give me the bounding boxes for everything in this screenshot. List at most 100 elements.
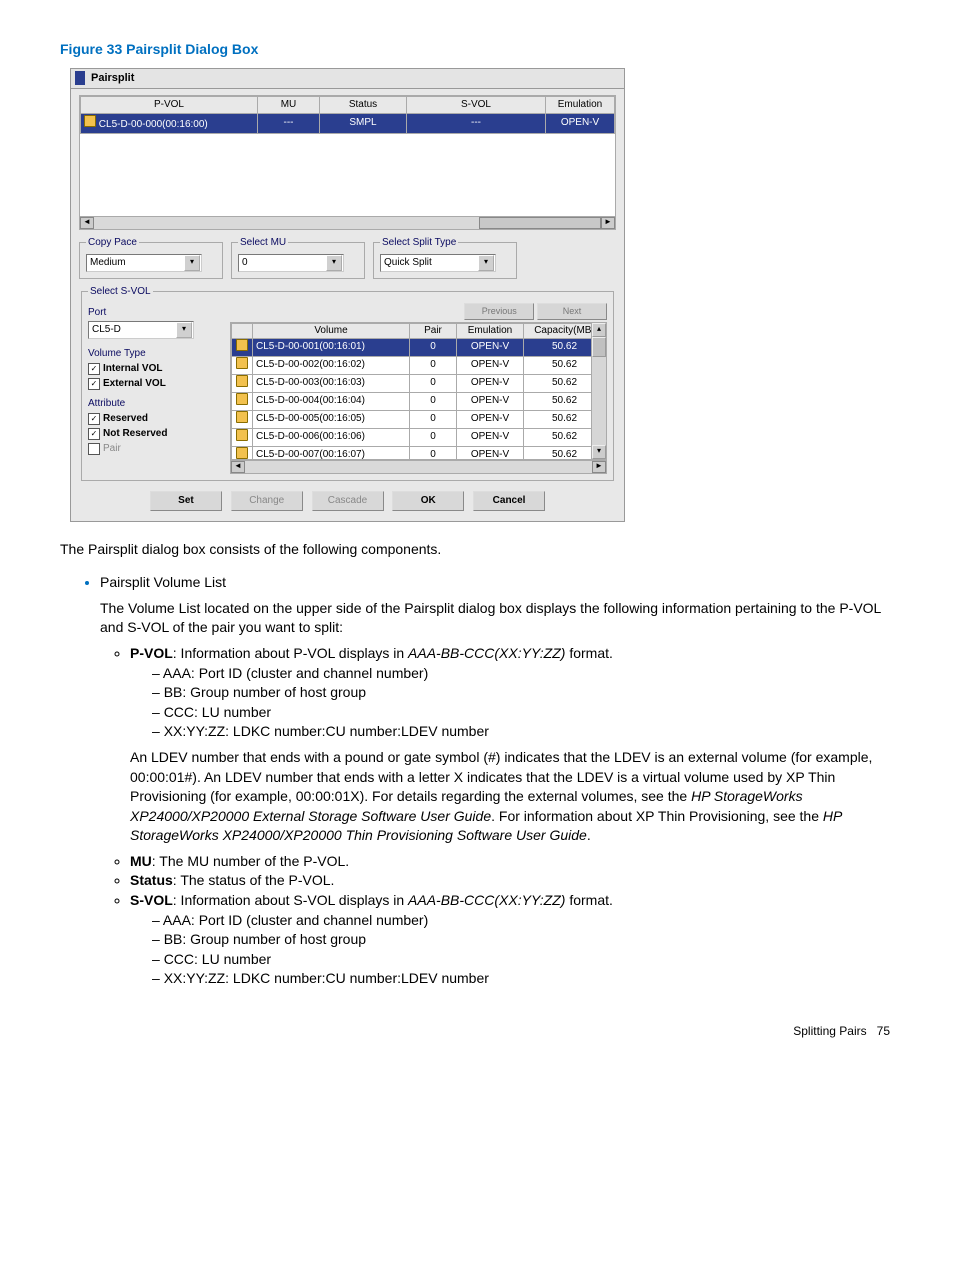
select-svol-group: Select S-VOL Port CL5-D ▾ Volume Type ✓I… (81, 285, 614, 481)
table-row[interactable]: CL5-D-00-001(00:16:01)0OPEN-V50.62 (232, 338, 606, 356)
scroll-down-icon[interactable]: ▾ (592, 445, 606, 459)
cell-pair: 0 (410, 410, 457, 428)
dash-aaa: AAA: Port ID (cluster and channel number… (152, 664, 894, 684)
chk-not-reserved[interactable]: ✓Not Reserved (88, 427, 223, 441)
ok-button[interactable]: OK (392, 491, 464, 511)
next-button[interactable]: Next (537, 303, 607, 320)
cell-pair: 0 (410, 374, 457, 392)
cell-volume: CL5-D-00-004(00:16:04) (253, 392, 410, 410)
scroll-thumb[interactable] (479, 217, 601, 229)
checkbox-icon: ✓ (88, 363, 100, 375)
pvol-bold: P-VOL (130, 645, 173, 661)
chk-external-vol[interactable]: ✓External VOL (88, 377, 223, 391)
port-value: CL5-D (92, 323, 123, 337)
window-icon (75, 71, 85, 85)
upper-pvol: CL5-D-00-000(00:16:00) (99, 119, 208, 130)
chevron-down-icon[interactable]: ▾ (478, 255, 494, 271)
select-mu-dropdown[interactable]: 0 ▾ (238, 254, 344, 272)
volume-icon (236, 429, 248, 441)
chevron-down-icon[interactable]: ▾ (176, 322, 192, 338)
split-type-group: Select Split Type Quick Split ▾ (373, 236, 517, 279)
scroll-left-icon[interactable]: ◄ (231, 461, 245, 473)
cell-emu: OPEN-V (457, 446, 524, 460)
col-emu2: Emulation (457, 323, 524, 338)
cascade-button[interactable]: Cascade (312, 491, 384, 511)
dialog-button-row: Set Change Cascade OK Cancel (79, 491, 616, 511)
copy-pace-dropdown[interactable]: Medium ▾ (86, 254, 202, 272)
scroll-thumb[interactable] (592, 337, 606, 357)
chk-reserved-label: Reserved (103, 412, 148, 426)
cell-volume: CL5-D-00-001(00:16:01) (253, 338, 410, 356)
select-mu-legend: Select MU (238, 236, 288, 250)
cell-pair: 0 (410, 338, 457, 356)
scroll-right-icon[interactable]: ► (601, 217, 615, 229)
upper-emu: OPEN-V (546, 113, 615, 133)
table-row[interactable]: CL5-D-00-007(00:16:07)0OPEN-V50.62 (232, 446, 606, 460)
chk-external-label: External VOL (103, 377, 166, 391)
horizontal-scrollbar[interactable]: ◄ ► (79, 217, 616, 230)
item-pvol: P-VOL: Information about P-VOL displays … (130, 644, 894, 846)
cancel-button[interactable]: Cancel (473, 491, 545, 511)
copy-pace-legend: Copy Pace (86, 236, 139, 250)
upper-row-selected[interactable]: CL5-D-00-000(00:16:00) --- SMPL --- OPEN… (81, 113, 615, 133)
change-button[interactable]: Change (231, 491, 303, 511)
table-row[interactable]: CL5-D-00-005(00:16:05)0OPEN-V50.62 (232, 410, 606, 428)
split-type-value: Quick Split (384, 256, 434, 270)
volume-icon (236, 339, 248, 351)
cell-pair: 0 (410, 356, 457, 374)
port-dropdown[interactable]: CL5-D ▾ (88, 321, 194, 339)
col-emu: Emulation (546, 96, 615, 113)
previous-button[interactable]: Previous (464, 303, 534, 320)
pvol-rest: : Information about P-VOL displays in (173, 645, 408, 661)
scroll-right-icon[interactable]: ► (592, 461, 606, 473)
cell-emu: OPEN-V (457, 428, 524, 446)
bullet-pairsplit-list: Pairsplit Volume List (100, 574, 226, 590)
status-rest: : The status of the P-VOL. (173, 872, 335, 888)
upper-status: SMPL (320, 113, 407, 133)
checkbox-icon: ✓ (88, 413, 100, 425)
split-type-dropdown[interactable]: Quick Split ▾ (380, 254, 496, 272)
pairsplit-volume-list[interactable]: P-VOL MU Status S-VOL Emulation CL5-D-00… (79, 95, 616, 217)
volume-icon (236, 411, 248, 423)
pairsplit-dialog: Pairsplit P-VOL MU Status S-VOL Emulatio… (70, 68, 625, 522)
dash-xxyyzz: XX:YY:ZZ: LDKC number:CU number:LDEV num… (152, 722, 894, 742)
table-row[interactable]: CL5-D-00-002(00:16:02)0OPEN-V50.62 (232, 356, 606, 374)
table-row[interactable]: CL5-D-00-006(00:16:06)0OPEN-V50.62 (232, 428, 606, 446)
chk-internal-vol[interactable]: ✓Internal VOL (88, 362, 223, 376)
volume-icon (236, 357, 248, 369)
scroll-left-icon[interactable]: ◄ (80, 217, 94, 229)
item-mu: MU: The MU number of the P-VOL. (130, 852, 894, 872)
volume-icon (236, 375, 248, 387)
svol-bold: S-VOL (130, 892, 173, 908)
cell-pair: 0 (410, 392, 457, 410)
cell-emu: OPEN-V (457, 356, 524, 374)
chk-reserved[interactable]: ✓Reserved (88, 412, 223, 426)
svol-end: format. (565, 892, 612, 908)
table-row[interactable]: CL5-D-00-003(00:16:03)0OPEN-V50.62 (232, 374, 606, 392)
cell-volume: CL5-D-00-002(00:16:02) (253, 356, 410, 374)
mu-bold: MU (130, 853, 152, 869)
chevron-down-icon[interactable]: ▾ (326, 255, 342, 271)
dash-bb: BB: Group number of host group (152, 683, 894, 703)
cell-volume: CL5-D-00-007(00:16:07) (253, 446, 410, 460)
dash-bb-2: BB: Group number of host group (152, 930, 894, 950)
scroll-up-icon[interactable]: ▴ (592, 323, 606, 337)
chk-pair[interactable]: Pair (88, 442, 223, 456)
svol-fmt: AAA-BB-CCC(XX:YY:ZZ) (408, 892, 565, 908)
ldev-p3: . (587, 827, 591, 843)
chevron-down-icon[interactable]: ▾ (184, 255, 200, 271)
svol-table[interactable]: Volume Pair Emulation Capacity(MB) CL5-D… (230, 322, 607, 460)
chk-internal-label: Internal VOL (103, 362, 162, 376)
mu-rest: : The MU number of the P-VOL. (152, 853, 349, 869)
footer-section: Splitting Pairs (793, 1024, 866, 1038)
set-button[interactable]: Set (150, 491, 222, 511)
checkbox-icon: ✓ (88, 428, 100, 440)
pvol-end: format. (565, 645, 612, 661)
table-row[interactable]: CL5-D-00-004(00:16:04)0OPEN-V50.62 (232, 392, 606, 410)
cell-emu: OPEN-V (457, 392, 524, 410)
bullet-desc: The Volume List located on the upper sid… (100, 599, 894, 638)
select-mu-group: Select MU 0 ▾ (231, 236, 365, 279)
vertical-scrollbar[interactable]: ▴ ▾ (591, 323, 606, 459)
horizontal-scrollbar-2[interactable]: ◄ ► (230, 460, 607, 474)
port-label: Port (88, 306, 223, 320)
